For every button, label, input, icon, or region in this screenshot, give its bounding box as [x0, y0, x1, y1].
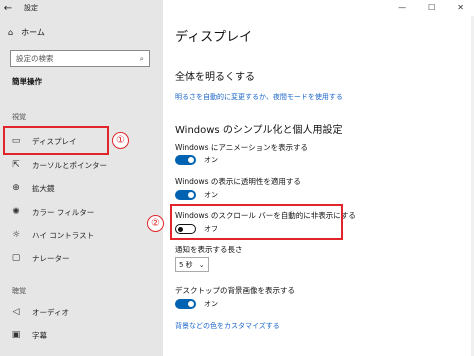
search-icon: ⌕ — [139, 53, 144, 63]
title-bar: ← 設定 — [0, 0, 163, 16]
group-vision: 視覚 — [12, 113, 26, 121]
sidebar-item-narrator[interactable]: ▢ ナレーター — [10, 249, 70, 267]
brightness-link[interactable]: 明るさを自動的に変更するか、夜間モードを使用する — [175, 92, 343, 102]
home-icon: ⌂ — [8, 28, 14, 37]
sidebar-item-label: ハイ コントラスト — [32, 230, 95, 240]
sidebar-item-label: ナレーター — [32, 253, 70, 263]
toggle-switch[interactable] — [175, 299, 196, 309]
minimize-icon[interactable]: — — [398, 3, 406, 12]
color-filter-icon: ✺ — [12, 207, 20, 217]
toggle-transparency[interactable]: オン — [175, 190, 218, 200]
desktop-bg-label: デスクトップの背景画像を表示する — [175, 286, 295, 295]
setting-label-animation: Windows にアニメーションを表示する — [175, 143, 309, 152]
group-hearing: 聴覚 — [12, 287, 26, 295]
toggle-state: オン — [204, 191, 218, 199]
sidebar: ← 設定 ⌂ ホーム 設定の検索 ⌕ 簡単操作 視覚 ▭ ディスプレイ ⇱ カー… — [0, 0, 163, 356]
sidebar-item-high-contrast[interactable]: ☼ ハイ コントラスト — [10, 226, 94, 244]
home-link[interactable]: ⌂ ホーム — [8, 27, 45, 38]
sidebar-item-label: オーディオ — [32, 307, 69, 317]
close-icon[interactable]: ✕ — [457, 3, 464, 12]
audio-icon: ◁ — [12, 307, 20, 317]
sidebar-item-cursor[interactable]: ⇱ カーソルとポインター — [10, 156, 107, 174]
toggle-animation[interactable]: オン — [175, 155, 218, 165]
sidebar-item-label: カーソルとポインター — [32, 160, 107, 170]
select-value: 5 秒 — [179, 260, 193, 269]
high-contrast-icon: ☼ — [11, 230, 21, 240]
simplify-heading: Windows のシンプル化と個人用設定 — [175, 125, 343, 136]
search-placeholder: 設定の検索 — [16, 54, 54, 63]
notify-duration-select[interactable]: 5 秒 ⌄ — [175, 257, 209, 272]
chevron-down-icon: ⌄ — [198, 260, 205, 269]
sidebar-item-magnifier[interactable]: ⊕ 拡大鏡 — [10, 179, 55, 197]
notify-label: 通知を表示する長さ — [175, 245, 243, 254]
main-content: — ☐ ✕ ディスプレイ 全体を明るくする 明るさを自動的に変更するか、夜間モー… — [163, 0, 474, 356]
caption-icon: ▣ — [11, 330, 21, 340]
toggle-switch[interactable] — [175, 190, 196, 200]
section-title: 簡単操作 — [12, 77, 42, 86]
setting-label-transparency: Windows の表示に透明性を適用する — [175, 177, 301, 186]
page-title: ディスプレイ — [175, 30, 253, 45]
toggle-desktop-bg[interactable]: オン — [175, 299, 218, 309]
app-title: 設定 — [24, 4, 38, 12]
sidebar-item-captions[interactable]: ▣ 字幕 — [10, 326, 47, 344]
sidebar-item-label: 字幕 — [32, 330, 47, 340]
narrator-icon: ▢ — [11, 253, 21, 263]
pointer-icon: ⇱ — [12, 160, 20, 170]
home-label: ホーム — [21, 28, 45, 37]
toggle-switch[interactable] — [175, 155, 196, 165]
sidebar-item-color-filter[interactable]: ✺ カラー フィルター — [10, 203, 94, 221]
search-input[interactable]: 設定の検索 ⌕ — [10, 50, 150, 67]
maximize-icon[interactable]: ☐ — [428, 3, 435, 12]
magnifier-icon: ⊕ — [12, 183, 20, 193]
personalize-link[interactable]: 背景などの色をカスタマイズする — [175, 321, 280, 331]
annotation-badge-1: ① — [112, 132, 129, 149]
highlight-box-display — [3, 126, 109, 155]
back-arrow-icon[interactable]: ← — [0, 3, 16, 14]
highlight-box-scrollbar-setting — [170, 204, 343, 240]
brightness-heading: 全体を明るくする — [175, 72, 255, 83]
sidebar-item-audio[interactable]: ◁ オーディオ — [10, 303, 69, 321]
annotation-badge-2: ② — [147, 215, 164, 232]
toggle-state: オン — [204, 300, 218, 308]
sidebar-item-label: 拡大鏡 — [32, 183, 55, 193]
toggle-state: オン — [204, 156, 218, 164]
sidebar-item-label: カラー フィルター — [32, 207, 95, 217]
window-controls: — ☐ ✕ — [398, 3, 464, 12]
